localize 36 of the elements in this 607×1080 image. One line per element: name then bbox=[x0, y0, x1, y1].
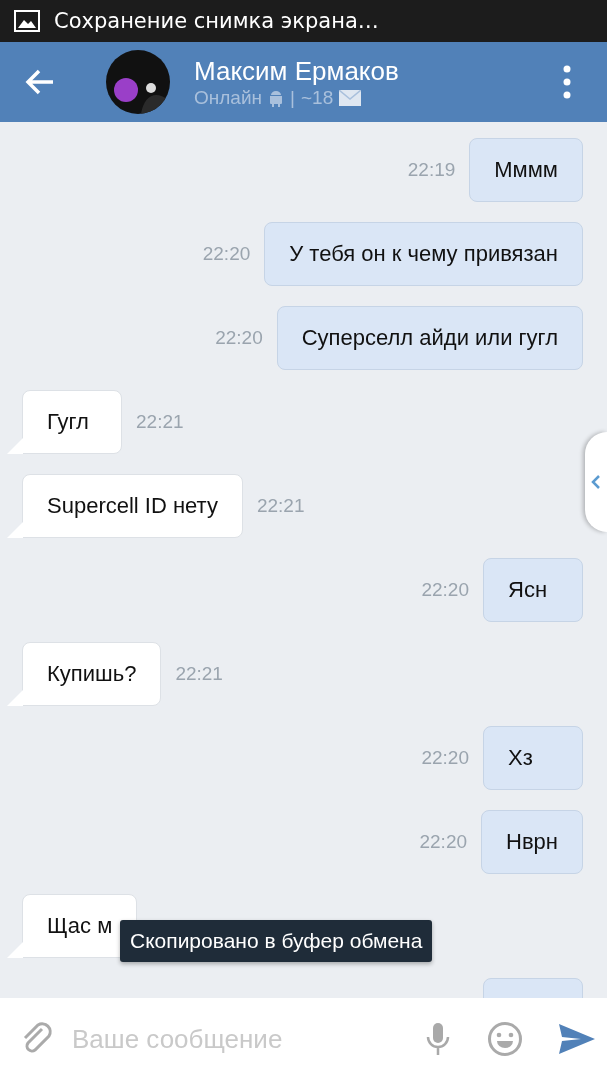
microphone-icon bbox=[425, 1022, 451, 1056]
message-bubble[interactable]: Нврн bbox=[481, 810, 583, 874]
contact-name: Максим Ермаков bbox=[194, 55, 399, 87]
emoji-button[interactable] bbox=[487, 1021, 523, 1057]
message-bubble[interactable]: Гугл bbox=[22, 390, 122, 454]
message-bubble[interactable]: Хз bbox=[483, 726, 583, 790]
age-text: ~18 bbox=[300, 87, 334, 109]
smiley-icon bbox=[487, 1021, 523, 1057]
message-bubble[interactable]: У тебя он к чему привязан bbox=[264, 222, 583, 286]
message-time: 22:21 bbox=[175, 663, 223, 685]
android-icon bbox=[268, 89, 285, 107]
message-time: 22:21 bbox=[256, 495, 305, 517]
message-time: 22:20 bbox=[202, 243, 251, 265]
message-bubble[interactable]: Суперселл айди или гугл bbox=[276, 306, 583, 370]
back-arrow-icon bbox=[25, 69, 55, 95]
chevron-left-icon bbox=[591, 474, 601, 490]
send-icon bbox=[559, 1024, 595, 1054]
message-time: 22:21 bbox=[136, 411, 184, 433]
message-time: 22:20 bbox=[215, 327, 263, 349]
message-time: 22:19 bbox=[407, 159, 456, 181]
envelope-icon bbox=[339, 90, 362, 106]
message-bubble[interactable]: Мммм bbox=[469, 138, 583, 202]
image-icon bbox=[14, 10, 40, 32]
separator: | bbox=[290, 87, 295, 109]
microphone-button[interactable] bbox=[425, 1022, 451, 1056]
message-bubble[interactable]: Supercell ID нету bbox=[22, 474, 243, 538]
send-button[interactable] bbox=[559, 1024, 595, 1054]
message-time: 22:20 bbox=[421, 579, 469, 601]
message-bubble[interactable]: Ясн bbox=[483, 558, 583, 622]
notification-text: Сохранение снимка экрана… bbox=[54, 9, 379, 33]
online-status: Онлайн bbox=[194, 87, 263, 109]
toast: Скопировано в буфер обмена bbox=[120, 920, 433, 962]
message-bubble[interactable]: Купишь? bbox=[22, 642, 162, 706]
message-time: 22:20 bbox=[421, 747, 469, 769]
message-time: 22:20 bbox=[419, 831, 468, 853]
side-handle[interactable] bbox=[585, 432, 607, 532]
